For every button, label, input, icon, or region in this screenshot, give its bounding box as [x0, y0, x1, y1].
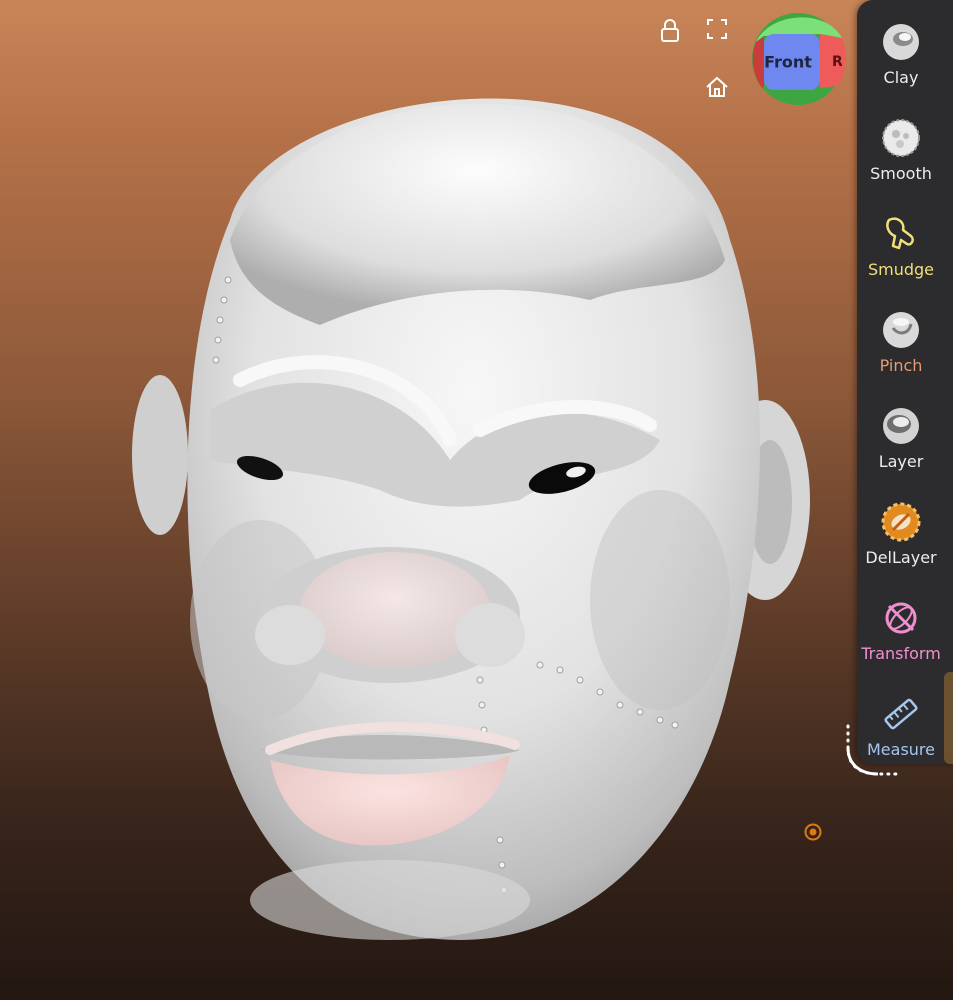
view-cube-right-label: Ri: [832, 54, 842, 70]
tool-label-clay: Clay: [883, 68, 919, 87]
smooth-brush-icon: [879, 116, 923, 160]
transform-icon: [879, 596, 923, 640]
sculpt-viewport[interactable]: Front Ri Clay Smooth Smudge Pin: [0, 0, 953, 1000]
tool-label-layer: Layer: [878, 452, 924, 471]
fullscreen-icon[interactable]: [700, 12, 734, 46]
panel-collapse-tab[interactable]: [944, 672, 953, 764]
view-cube-front-label: Front: [764, 52, 812, 72]
tool-label-smooth: Smooth: [870, 164, 932, 183]
tool-smooth[interactable]: Smooth: [857, 104, 953, 194]
tool-smudge[interactable]: Smudge: [857, 200, 953, 290]
tool-label-transform: Transform: [861, 644, 941, 663]
pinch-brush-icon: [879, 308, 923, 352]
lock-icon[interactable]: [653, 14, 687, 48]
view-cube[interactable]: Front Ri: [750, 12, 846, 106]
tool-label-dellayer: DelLayer: [865, 548, 937, 567]
brush-tool-panel: Clay Smooth Smudge Pinch Layer DelLayer …: [857, 0, 953, 764]
tool-layer[interactable]: Layer: [857, 392, 953, 482]
layer-brush-icon: [879, 404, 923, 448]
sculpted-head-model[interactable]: [120, 40, 840, 960]
home-icon[interactable]: [700, 70, 734, 104]
smudge-brush-icon: [879, 212, 923, 256]
tool-transform[interactable]: Transform: [857, 584, 953, 674]
tool-pinch[interactable]: Pinch: [857, 296, 953, 386]
tool-label-smudge: Smudge: [867, 260, 935, 279]
tool-dellayer[interactable]: DelLayer: [857, 488, 953, 578]
pivot-target-icon[interactable]: [804, 823, 822, 841]
tool-clay[interactable]: Clay: [857, 8, 953, 98]
tool-label-pinch: Pinch: [879, 356, 923, 375]
del-layer-brush-icon: [879, 500, 923, 544]
panel-resize-handle[interactable]: [838, 718, 908, 788]
clay-brush-icon: [879, 20, 923, 64]
